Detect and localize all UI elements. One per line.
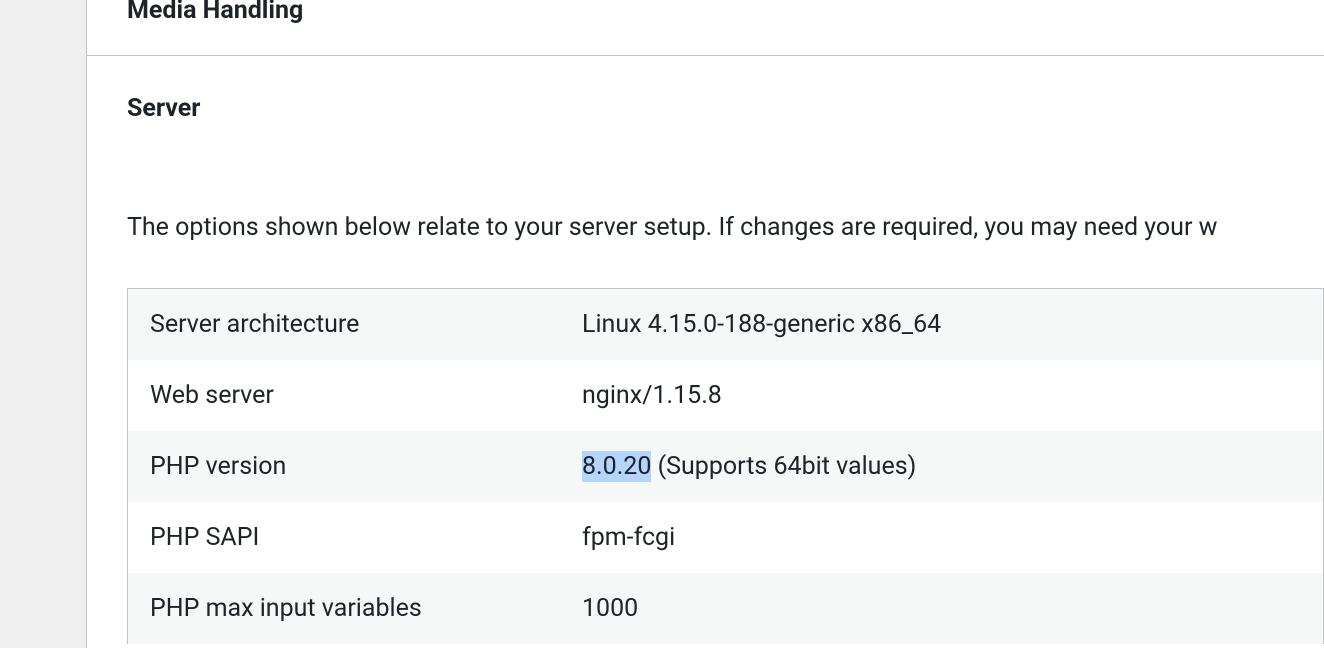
server-section: Server The options shown below relate to… <box>87 56 1324 644</box>
table-row: PHP max input variables 1000 <box>128 573 1323 644</box>
row-value-rest: (Supports 64bit values) <box>651 452 916 481</box>
media-handling-title: Media Handling <box>127 0 303 25</box>
table-row: Server architecture Linux 4.15.0-188-gen… <box>128 289 1323 360</box>
row-label: PHP version <box>128 452 582 481</box>
content-area: Media Handling Server The options shown … <box>86 0 1324 648</box>
server-description: The options shown below relate to your s… <box>127 213 1324 242</box>
row-value: 1000 <box>582 594 1323 623</box>
server-section-title: Server <box>127 94 1324 123</box>
row-value: fpm-fcgi <box>582 523 1323 552</box>
row-label: PHP SAPI <box>128 523 582 552</box>
server-info-table: Server architecture Linux 4.15.0-188-gen… <box>127 288 1324 644</box>
row-label: Web server <box>128 381 582 410</box>
table-row: PHP SAPI fpm-fcgi <box>128 502 1323 573</box>
highlighted-text: 8.0.20 <box>582 451 651 482</box>
sidebar-placeholder <box>0 0 86 648</box>
media-handling-header[interactable]: Media Handling <box>87 0 1324 55</box>
row-label: PHP max input variables <box>128 594 582 623</box>
table-row: PHP version 8.0.20 (Supports 64bit value… <box>128 431 1323 502</box>
row-value: Linux 4.15.0-188-generic x86_64 <box>582 310 1323 339</box>
row-value: nginx/1.15.8 <box>582 381 1323 410</box>
row-label: Server architecture <box>128 310 582 339</box>
table-row: Web server nginx/1.15.8 <box>128 360 1323 431</box>
row-value: 8.0.20 (Supports 64bit values) <box>582 452 1323 481</box>
